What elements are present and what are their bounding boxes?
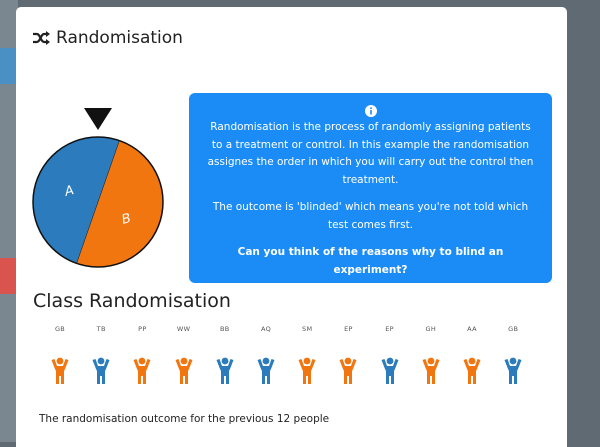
person-icon (381, 357, 399, 384)
person-item: GH (411, 323, 451, 403)
person-item: PP (122, 323, 162, 403)
person-initials: GH (425, 325, 437, 333)
person-initials: BB (220, 325, 230, 333)
info-question: Can you think of the reasons why to blin… (237, 246, 504, 276)
person-icon (51, 357, 69, 384)
person-initials: AQ (260, 325, 272, 333)
person-initials: PP (138, 325, 147, 333)
person-initials: AA (467, 325, 477, 333)
person-icon (504, 357, 522, 384)
person-item: AQ (246, 323, 286, 403)
person-item: GB (493, 323, 533, 403)
person-icon (463, 357, 481, 384)
person-item: BB (205, 323, 245, 403)
info-paragraph: The outcome is 'blinded' which means you… (212, 201, 529, 231)
person-initials: WW (176, 325, 191, 333)
person-icon (339, 357, 357, 384)
person-icon (175, 357, 193, 384)
class-randomisation-title: Class Randomisation (33, 290, 231, 312)
info-circle-icon (205, 105, 536, 117)
wheel-pointer (84, 108, 112, 130)
modal-title: Randomisation (56, 28, 183, 48)
person-initials: EP (344, 325, 353, 333)
person-icon (133, 357, 151, 384)
person-item: WW (164, 323, 204, 403)
randomisation-modal: Randomisation A B Randomisation is the p… (16, 7, 567, 447)
outcome-caption: The randomisation outcome for the previo… (39, 413, 330, 425)
person-icon (216, 357, 234, 384)
person-initials: TB (96, 325, 106, 333)
person-item: GB (40, 323, 80, 403)
info-panel: Randomisation is the process of randomly… (189, 93, 552, 283)
person-icon (92, 357, 110, 384)
person-item: AA (452, 323, 492, 403)
person-icon (298, 357, 316, 384)
person-icon (422, 357, 440, 384)
people-row: GB TB PP WW BB AQ SM EP EP GH AA GB (40, 323, 554, 403)
modal-header: Randomisation (32, 25, 183, 51)
person-initials: GB (508, 325, 519, 333)
person-item: EP (328, 323, 368, 403)
person-item: SM (287, 323, 327, 403)
person-initials: SM (302, 325, 313, 333)
person-initials: EP (385, 325, 394, 333)
person-icon (257, 357, 275, 384)
randomisation-wheel: A B (32, 107, 164, 269)
shuffle-icon (32, 30, 50, 46)
person-item: EP (370, 323, 410, 403)
info-paragraph: Randomisation is the process of randomly… (207, 121, 534, 186)
person-item: TB (81, 323, 121, 403)
person-initials: GB (54, 325, 66, 333)
